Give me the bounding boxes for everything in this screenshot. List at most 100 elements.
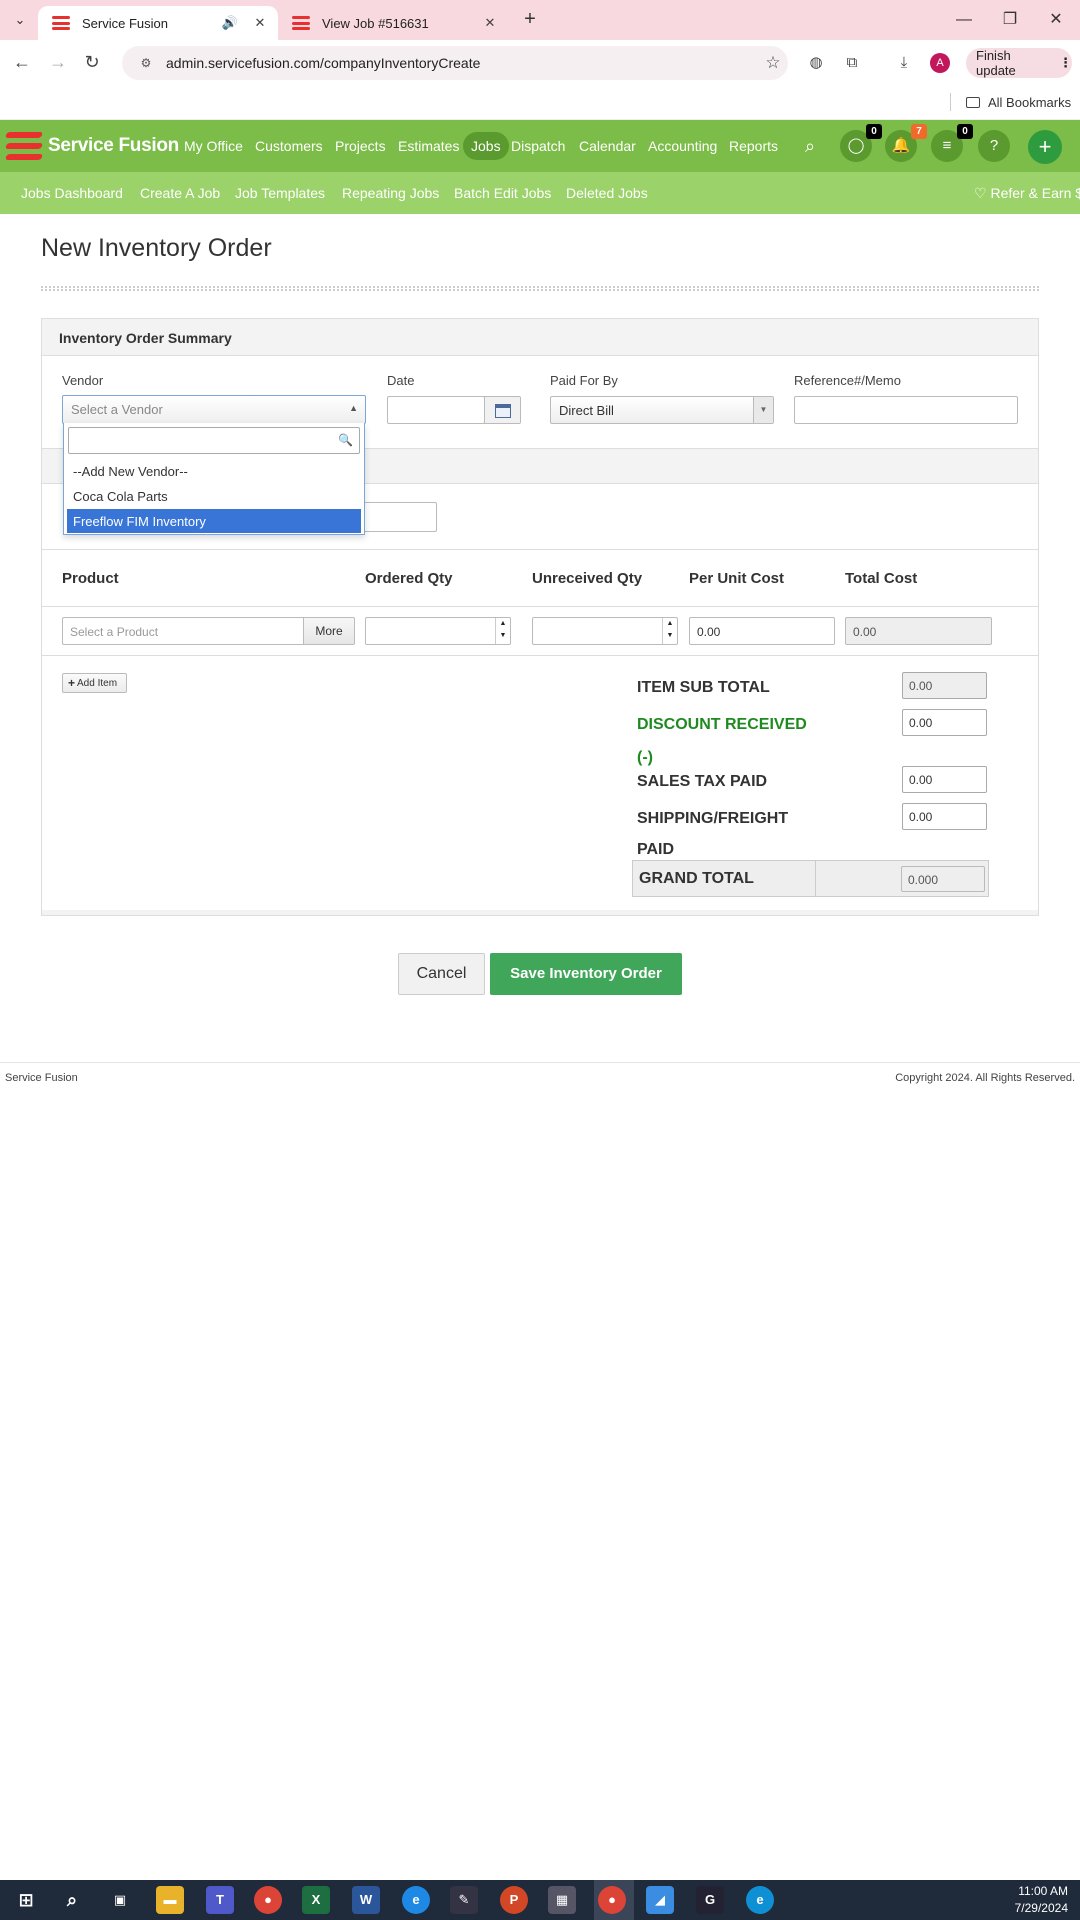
chrome-icon[interactable]: ●	[254, 1886, 282, 1914]
edge-icon[interactable]: e	[746, 1886, 774, 1914]
vendor-search-input[interactable]: 🔍	[68, 427, 360, 454]
task-view-icon[interactable]: ▣	[106, 1886, 134, 1914]
subnav-job-templates[interactable]: Job Templates	[235, 172, 325, 214]
unreceived-qty-stepper[interactable]: ▲ ▼	[532, 617, 678, 645]
help-icon[interactable]: ?	[978, 130, 1010, 162]
subnav-batch-edit-jobs[interactable]: Batch Edit Jobs	[454, 172, 551, 214]
add-item-button[interactable]: + Add Item	[62, 673, 127, 693]
all-bookmarks-button[interactable]: All Bookmarks	[966, 91, 1071, 113]
product-select-input[interactable]: Select a Product	[62, 617, 303, 645]
calculator-icon[interactable]: ▦	[548, 1886, 576, 1914]
notifications-badge: 7	[911, 124, 927, 139]
nav-calendar[interactable]: Calendar	[571, 132, 644, 160]
date-picker-button[interactable]	[484, 396, 521, 424]
ordered-qty-stepper[interactable]: ▲ ▼	[365, 617, 511, 645]
subnav-create-a-job[interactable]: Create A Job	[140, 172, 220, 214]
internet-explorer-icon[interactable]: e	[402, 1886, 430, 1914]
close-window-icon[interactable]: ✕	[1036, 8, 1076, 32]
subnav-repeating-jobs[interactable]: Repeating Jobs	[342, 172, 439, 214]
close-tab-icon[interactable]: ✕	[248, 15, 272, 31]
nav-customers[interactable]: Customers	[247, 132, 331, 160]
minimize-icon[interactable]: —	[944, 8, 984, 32]
tab-service-fusion[interactable]: Service Fusion 🔊 ✕	[38, 6, 278, 40]
nav-jobs[interactable]: Jobs	[463, 132, 509, 160]
close-tab-icon[interactable]: ✕	[478, 15, 502, 31]
per-unit-cost-input[interactable]: 0.00	[689, 617, 835, 645]
partial-input-field[interactable]	[355, 502, 437, 532]
service-fusion-logo[interactable]: Service Fusion	[4, 132, 179, 160]
greenshot-icon[interactable]: G	[696, 1886, 724, 1914]
cancel-button[interactable]: Cancel	[398, 953, 485, 995]
file-explorer-icon[interactable]: ▬	[156, 1886, 184, 1914]
extensions-puzzle-icon[interactable]: ⧉	[840, 52, 864, 74]
vendor-option-add-new[interactable]: --Add New Vendor--	[67, 459, 361, 483]
chrome-profile-icon[interactable]: ●	[598, 1886, 626, 1914]
vendor-select-placeholder: Select a Vendor	[71, 402, 163, 417]
photos-icon[interactable]: ◢	[646, 1886, 674, 1914]
teams-icon[interactable]: T	[206, 1886, 234, 1914]
panel-heading: Inventory Order Summary	[42, 319, 1038, 356]
download-icon[interactable]: ⤓	[892, 52, 916, 74]
subnav-deleted-jobs[interactable]: Deleted Jobs	[566, 172, 648, 214]
paid-for-by-select[interactable]: Direct Bill ▼	[550, 396, 774, 424]
column-per-unit-cost: Per Unit Cost	[689, 570, 785, 587]
stepper-arrows-icon[interactable]: ▲ ▼	[662, 618, 677, 644]
service-fusion-favicon-icon	[52, 16, 70, 30]
stepper-arrows-icon[interactable]: ▲ ▼	[495, 618, 510, 644]
add-new-button[interactable]: +	[1028, 130, 1062, 164]
pen-tool-icon[interactable]: ✎	[450, 1886, 478, 1914]
shipping-input[interactable]: 0.00	[902, 803, 987, 830]
nav-my-office[interactable]: My Office	[176, 132, 251, 160]
paid-for-by-label: Paid For By	[550, 373, 618, 388]
refer-and-earn-link[interactable]: ♡ Refer & Earn $	[974, 172, 1080, 214]
subnav-jobs-dashboard[interactable]: Jobs Dashboard	[21, 172, 123, 214]
new-tab-button[interactable]: +	[518, 8, 542, 32]
chevron-down-icon: ▼	[753, 397, 773, 423]
nav-reports[interactable]: Reports	[721, 132, 786, 160]
grand-total-field: 0.000	[901, 866, 985, 892]
word-icon[interactable]: W	[352, 1886, 380, 1914]
nav-estimates[interactable]: Estimates	[390, 132, 467, 160]
vendor-option-freeflow-fim-inventory[interactable]: Freeflow FIM Inventory	[67, 509, 361, 533]
nav-projects[interactable]: Projects	[327, 132, 394, 160]
shipping-paid-label: PAID	[637, 841, 675, 858]
heart-icon: ♡	[974, 185, 991, 201]
date-label: Date	[387, 373, 415, 388]
system-clock[interactable]: 11:00 AM 7/29/2024	[1015, 1883, 1068, 1917]
powerpoint-icon[interactable]: P	[500, 1886, 528, 1914]
reload-icon[interactable]: ↻	[78, 48, 106, 76]
extension-cookie-icon[interactable]: ◍	[804, 52, 828, 74]
speaker-icon[interactable]: 🔊	[218, 15, 242, 31]
tab-view-job[interactable]: View Job #516631 ✕	[278, 6, 508, 40]
row-divider	[42, 606, 1038, 607]
site-info-icon[interactable]: ⚙	[136, 56, 156, 70]
forward-icon[interactable]: →	[44, 48, 72, 76]
grand-total-label: GRAND TOTAL	[639, 870, 754, 887]
bookmark-star-icon[interactable]: ☆	[758, 53, 788, 73]
logo-text: Service Fusion	[48, 135, 179, 156]
finish-update-button[interactable]: Finish update ⋮	[966, 48, 1072, 78]
grand-total-row: GRAND TOTAL 0.000	[632, 860, 989, 897]
more-button[interactable]: More	[303, 617, 355, 645]
back-icon[interactable]: ←	[8, 48, 36, 76]
nav-dispatch[interactable]: Dispatch	[503, 132, 573, 160]
vendor-option-coca-cola-parts[interactable]: Coca Cola Parts	[67, 484, 361, 508]
vendor-select[interactable]: Select a Vendor ▲	[62, 395, 366, 424]
date-input[interactable]	[387, 396, 485, 424]
search-icon[interactable]: ⌕	[58, 1886, 86, 1914]
discount-input[interactable]: 0.00	[902, 709, 987, 736]
app-top-nav: Service Fusion My Office Customers Proje…	[0, 120, 1080, 172]
windows-start-icon[interactable]: ⊞	[12, 1886, 40, 1914]
profile-avatar[interactable]: A	[930, 53, 950, 73]
restore-icon[interactable]: ❐	[990, 8, 1030, 32]
save-inventory-order-button[interactable]: Save Inventory Order	[490, 953, 682, 995]
nav-accounting[interactable]: Accounting	[640, 132, 725, 160]
address-bar[interactable]: ⚙ admin.servicefusion.com/companyInvento…	[122, 46, 788, 80]
sales-tax-input[interactable]: 0.00	[902, 766, 987, 793]
refer-label: Refer & Earn $	[990, 185, 1080, 201]
reference-memo-input[interactable]	[794, 396, 1018, 424]
tab-search-chevron-icon[interactable]: ⌄	[8, 8, 32, 32]
search-icon[interactable]: ⌕	[798, 134, 822, 158]
shipping-freight-label: SHIPPING/FREIGHT	[637, 810, 789, 827]
excel-icon[interactable]: X	[302, 1886, 330, 1914]
